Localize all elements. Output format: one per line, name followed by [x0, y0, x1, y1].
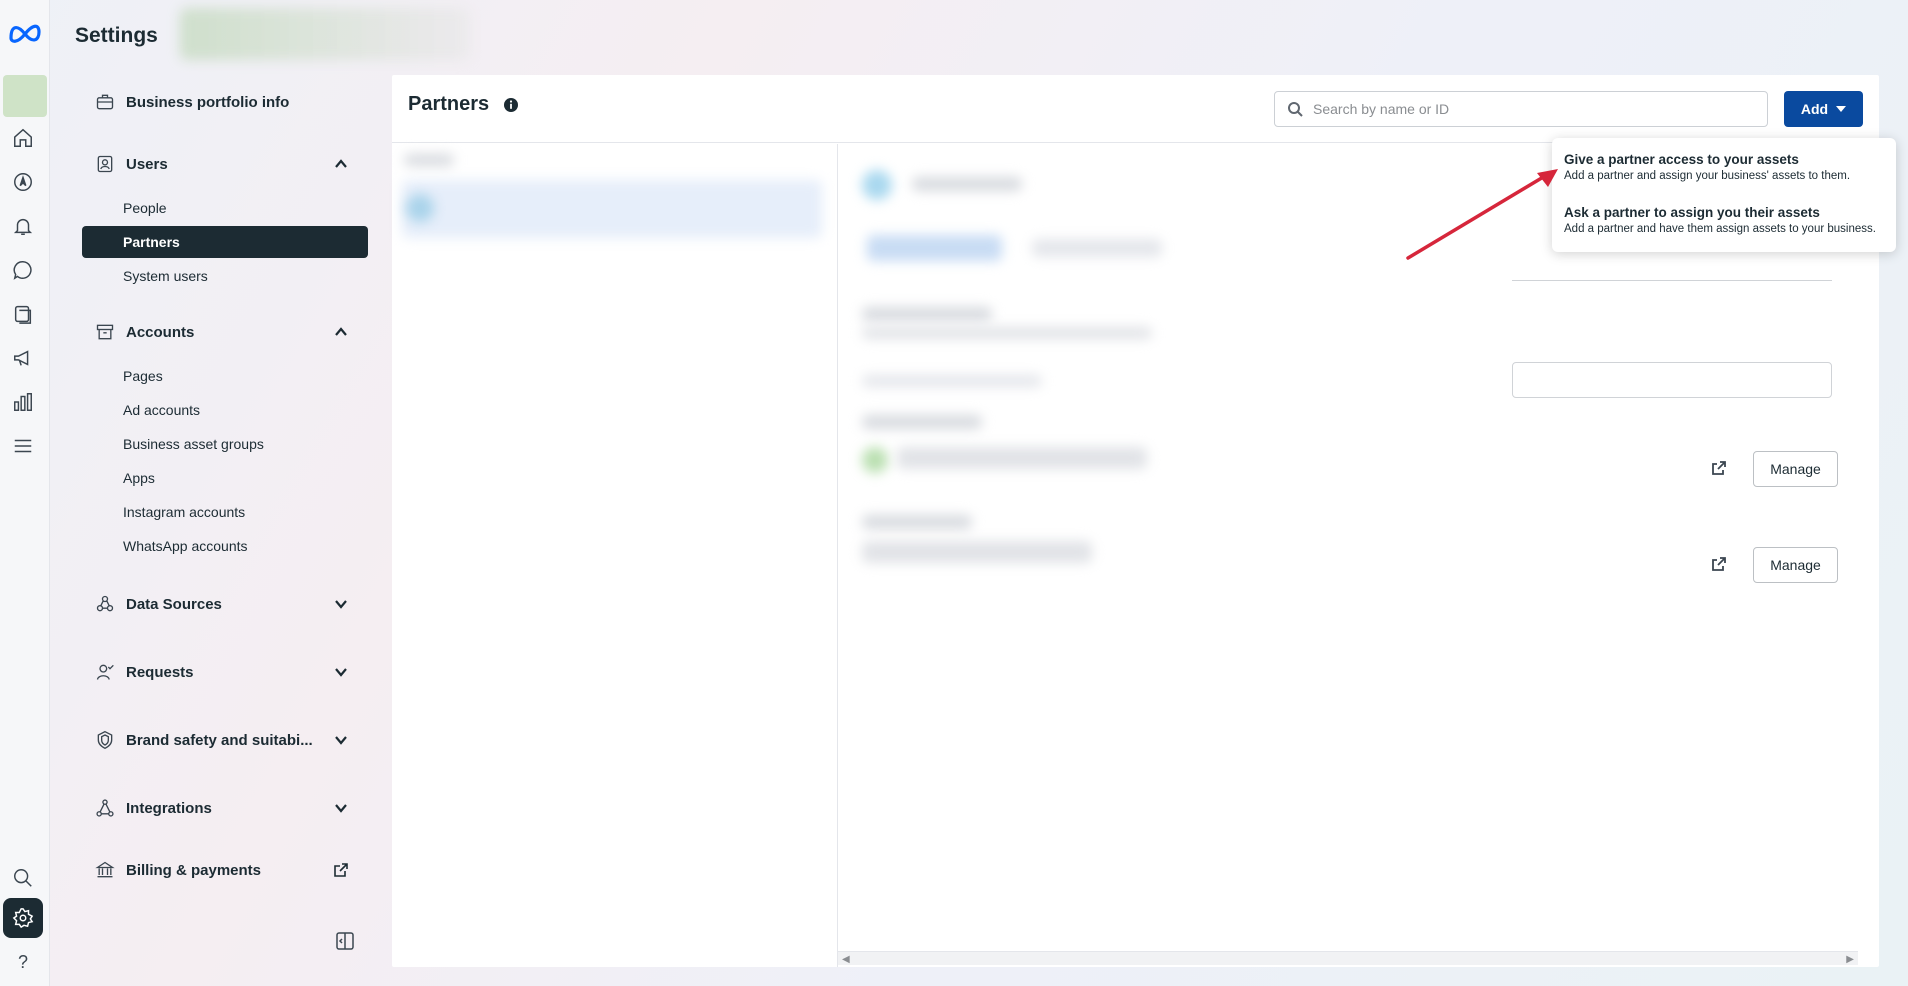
chevron-down-icon[interactable]	[332, 799, 350, 817]
blurred-content	[862, 327, 1152, 339]
requests-icon	[94, 661, 116, 683]
chevron-up-icon[interactable]	[332, 323, 350, 341]
blurred-content	[862, 541, 1092, 563]
sidebar-section-label: Data Sources	[126, 595, 222, 613]
external-link-icon[interactable]	[332, 861, 350, 879]
data-sources-icon	[94, 593, 116, 615]
blurred-tab[interactable]	[867, 235, 1002, 261]
messages-icon[interactable]	[11, 258, 35, 282]
shield-icon	[94, 729, 116, 751]
sidebar-item-people[interactable]: People	[82, 192, 368, 224]
horizontal-scrollbar[interactable]: ◀ ▶	[838, 951, 1858, 965]
sidebar-item-business-asset-groups[interactable]: Business asset groups	[82, 428, 368, 460]
sidebar-section-accounts[interactable]: Accounts	[82, 312, 372, 352]
users-icon	[94, 153, 116, 175]
ads-icon[interactable]	[11, 346, 35, 370]
sidebar-item-system-users[interactable]: System users	[82, 260, 368, 292]
menu-item-ask-partner[interactable]: Ask a partner to assign you their assets…	[1564, 205, 1889, 235]
menu-item-description: Add a partner and assign your business' …	[1564, 170, 1851, 182]
sidebar-section-label: Accounts	[126, 323, 195, 341]
add-partner-dropdown: Give a partner access to your assets Add…	[1552, 138, 1896, 252]
briefcase-icon	[94, 91, 116, 113]
sidebar-section-data-sources[interactable]: Data Sources	[82, 584, 372, 624]
chevron-up-icon[interactable]	[332, 155, 350, 173]
meta-logo-icon[interactable]	[7, 20, 43, 44]
external-link-icon[interactable]	[1711, 460, 1727, 476]
caret-down-icon	[1836, 106, 1847, 112]
blurred-content	[404, 154, 454, 166]
chevron-down-icon[interactable]	[332, 663, 350, 681]
main-header: Partners Add	[392, 75, 1879, 143]
sidebar-section-integrations[interactable]: Integrations	[82, 788, 372, 828]
sidebar-item-pages[interactable]: Pages	[82, 360, 368, 392]
search-field[interactable]	[1274, 91, 1768, 127]
sidebar-section-label: Requests	[126, 663, 194, 681]
sidebar-item-label: Business portfolio info	[126, 93, 290, 111]
home-icon[interactable]	[11, 126, 35, 150]
sidebar-item-ad-accounts[interactable]: Ad accounts	[82, 394, 368, 426]
sidebar-section-requests[interactable]: Requests	[82, 652, 372, 692]
insights-icon[interactable]	[11, 390, 35, 414]
input-field[interactable]	[1512, 362, 1832, 398]
menu-icon[interactable]	[11, 434, 35, 458]
blurred-avatar	[862, 447, 888, 473]
sidebar-item-whatsapp-accounts[interactable]: WhatsApp accounts	[82, 530, 368, 562]
integrations-icon	[94, 797, 116, 819]
add-button[interactable]: Add	[1784, 91, 1863, 127]
page-header-title: Settings	[75, 24, 158, 47]
search-icon[interactable]	[11, 866, 35, 890]
blurred-content	[912, 177, 1022, 191]
sidebar-item-instagram-accounts[interactable]: Instagram accounts	[82, 496, 368, 528]
business-avatar[interactable]	[3, 75, 47, 117]
partners-list	[392, 144, 838, 967]
page-title: Partners	[408, 93, 490, 115]
sidebar-item-label: Billing & payments	[126, 861, 262, 879]
collapse-sidebar-icon[interactable]	[335, 931, 355, 951]
sidebar-item-apps[interactable]: Apps	[82, 462, 368, 494]
blurred-content	[862, 307, 992, 321]
blurred-tab[interactable]	[1032, 239, 1162, 257]
settings-icon[interactable]	[3, 898, 43, 938]
menu-item-give-access[interactable]: Give a partner access to your assets Add…	[1564, 152, 1889, 182]
notifications-icon[interactable]	[11, 214, 35, 238]
sidebar-section-label: Users	[126, 155, 168, 173]
chevron-down-icon[interactable]	[332, 595, 350, 613]
blurred-content	[862, 415, 982, 429]
sidebar-section-brand-safety[interactable]: Brand safety and suitabi...	[82, 720, 372, 760]
divider	[1512, 280, 1832, 281]
blurred-content	[862, 515, 972, 529]
bank-icon	[94, 859, 116, 881]
sidebar-section-label: Integrations	[126, 799, 212, 817]
list-item[interactable]	[402, 180, 822, 238]
info-icon[interactable]	[503, 97, 519, 113]
chevron-down-icon[interactable]	[332, 731, 350, 749]
search-icon	[1288, 102, 1303, 117]
menu-item-title: Ask a partner to assign you their assets	[1564, 205, 1820, 220]
manage-button[interactable]: Manage	[1753, 547, 1838, 583]
pages-icon[interactable]	[11, 302, 35, 326]
external-link-icon[interactable]	[1711, 556, 1727, 572]
menu-item-title: Give a partner access to your assets	[1564, 152, 1799, 167]
blurred-avatar	[406, 194, 434, 222]
help-icon[interactable]: ?	[11, 950, 35, 974]
manage-button[interactable]: Manage	[1753, 451, 1838, 487]
sidebar-item-partners[interactable]: Partners	[82, 226, 368, 258]
blurred-content	[897, 447, 1147, 469]
explore-icon[interactable]	[11, 170, 35, 194]
global-nav-rail: ?	[0, 0, 50, 986]
blurred-content	[862, 375, 1042, 387]
search-input[interactable]	[1313, 101, 1753, 117]
sidebar-item-billing[interactable]: Billing & payments	[82, 850, 372, 890]
sidebar-section-label: Brand safety and suitabi...	[126, 731, 313, 749]
sidebar-item-business-info[interactable]: Business portfolio info	[82, 82, 372, 122]
archive-icon	[94, 321, 116, 343]
add-button-label: Add	[1800, 101, 1829, 117]
menu-item-description: Add a partner and have them assign asset…	[1564, 223, 1876, 235]
business-account-switcher[interactable]	[180, 8, 470, 60]
blurred-avatar	[862, 170, 892, 200]
annotation-arrow	[1406, 169, 1558, 260]
sidebar-section-users[interactable]: Users	[82, 144, 372, 184]
